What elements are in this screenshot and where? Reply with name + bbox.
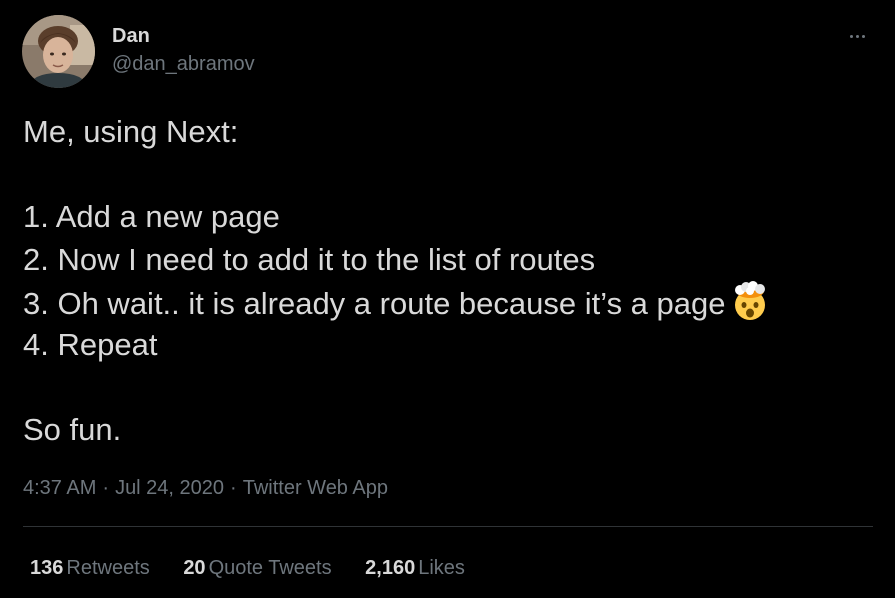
divider xyxy=(23,526,873,527)
tweet-source[interactable]: Twitter Web App xyxy=(243,477,388,499)
likes-stat[interactable]: 2,160 Likes xyxy=(365,554,465,582)
exploding-head-emoji xyxy=(734,281,765,320)
tweet-line-text: 3. Oh wait.. it is already a route becau… xyxy=(23,286,726,321)
tweet-time[interactable]: 4:37 AM xyxy=(23,477,96,499)
tweet-line: 2. Now I need to add it to the list of r… xyxy=(23,241,596,277)
avatar[interactable] xyxy=(22,15,95,88)
tweet-line: So fun. xyxy=(23,411,122,447)
likes-count: 2,160 xyxy=(365,557,416,579)
tweet-line: 1. Add a new page xyxy=(23,199,280,234)
author-handle[interactable]: @dan_abramov xyxy=(112,52,255,76)
tweet-text: Me, using Next: 1. Add a new page 2. Now… xyxy=(23,111,873,451)
more-button[interactable] xyxy=(840,24,874,48)
retweets-stat[interactable]: 136 Retweets xyxy=(30,554,150,582)
tweet-line: Me, using Next: xyxy=(23,114,239,149)
retweets-label: Retweets xyxy=(66,557,150,579)
likes-label: Likes xyxy=(418,557,465,579)
more-horizontal-icon xyxy=(849,34,865,38)
tweet-line: 4. Repeat xyxy=(23,326,158,362)
meta-separator: · xyxy=(230,477,237,499)
tweet-meta: 4:37 AM · Jul 24, 2020 · Twitter Web App xyxy=(23,474,388,502)
tweet-date[interactable]: Jul 24, 2020 xyxy=(115,477,224,499)
retweets-count: 136 xyxy=(30,557,64,579)
quote-tweets-stat[interactable]: 20 Quote Tweets xyxy=(183,554,331,582)
tweet-line-with-emoji: 3. Oh wait.. it is already a route becau… xyxy=(23,281,873,324)
quote-tweets-count: 20 xyxy=(183,557,206,579)
avatar-image xyxy=(22,15,95,88)
author-info: Dan @dan_abramov xyxy=(112,24,255,76)
author-name[interactable]: Dan xyxy=(112,24,255,48)
quote-tweets-label: Quote Tweets xyxy=(208,557,332,579)
tweet-stats: 136 Retweets 20 Quote Tweets 2,160 Likes xyxy=(30,554,493,582)
tweet-container: Dan @dan_abramov Me, using Next: 1. Add … xyxy=(0,0,895,598)
meta-separator: · xyxy=(102,477,110,499)
